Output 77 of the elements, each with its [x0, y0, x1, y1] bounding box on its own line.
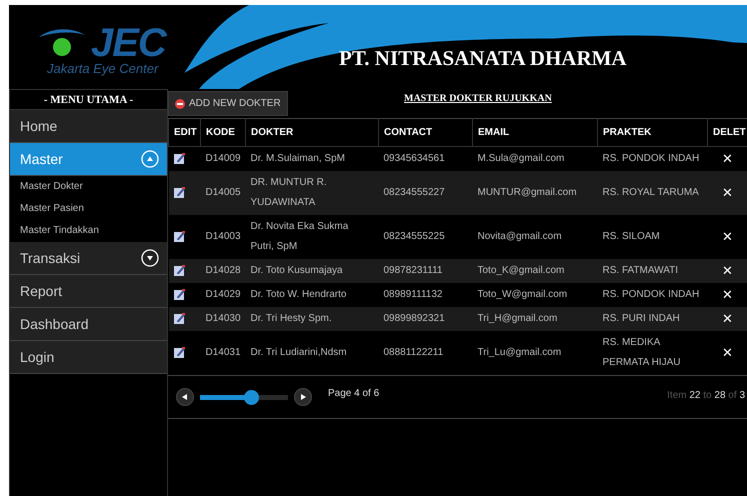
column-header: CONTACT: [378, 118, 472, 146]
table-cell: MUNTUR@gmail.com: [472, 171, 598, 215]
table-cell: 08881122211: [378, 331, 472, 375]
add-doctor-button[interactable]: ADD NEW DOKTER: [168, 91, 288, 116]
column-header: DOKTER: [246, 118, 378, 146]
table-cell: M.Sula@gmail.com: [472, 146, 598, 171]
table-cell: D14030: [200, 307, 246, 331]
delete-icon[interactable]: ✕: [722, 311, 733, 326]
column-header: KODE: [200, 118, 246, 146]
edit-icon[interactable]: [174, 264, 184, 276]
table-cell: Dr. Tri Ludiarini,Ndsm: [246, 331, 378, 375]
edit-icon[interactable]: [174, 152, 184, 164]
table-cell: Dr. Toto W. Hendrarto: [246, 283, 378, 307]
column-header: EMAIL: [472, 118, 598, 146]
next-page-button[interactable]: [294, 388, 312, 406]
column-header: PRAKTEK: [598, 118, 708, 146]
table-cell: Dr. M.Sulaiman, SpM: [246, 146, 378, 171]
table-cell: RS. MEDIKA PERMATA HIJAU: [598, 331, 708, 375]
edit-icon[interactable]: [174, 186, 184, 198]
edit-icon[interactable]: [174, 230, 184, 242]
delete-icon[interactable]: ✕: [722, 263, 733, 278]
delete-icon[interactable]: ✕: [722, 185, 733, 200]
section-title: MASTER DOKTER RUJUKKAN: [404, 93, 552, 104]
table-cell: RS. ROYAL TARUMA: [598, 171, 708, 215]
menu-item[interactable]: Transaksi: [10, 242, 167, 275]
edit-icon[interactable]: [174, 288, 184, 300]
table-cell: RS. PONDOK INDAH: [598, 283, 708, 307]
table-cell: D14031: [200, 331, 246, 375]
logo-text: JEC: [91, 23, 166, 63]
company-title: PT. NITRASANATA DHARMA: [339, 46, 627, 71]
table-cell: 08234555227: [378, 171, 472, 215]
table-cell: Toto_W@gmail.com: [472, 283, 598, 307]
item-range-label: Item 22 to 28 of 3: [667, 389, 745, 403]
delete-icon[interactable]: ✕: [722, 229, 733, 244]
menu-item[interactable]: Login: [10, 341, 167, 374]
delete-icon[interactable]: ✕: [722, 287, 733, 302]
table-cell: Dr. Tri Hesty Spm.: [246, 307, 378, 331]
table-cell: RS. FATMAWATI: [598, 259, 708, 283]
caret-left-icon: [182, 394, 188, 400]
table-cell: 08234555225: [378, 215, 472, 259]
menu-item[interactable]: Dashboard: [10, 308, 167, 341]
menu-item[interactable]: Master: [10, 143, 167, 176]
table-cell: Dr. Novita Eka Sukma Putri, SpM: [246, 215, 378, 259]
table-cell: 09878231111: [378, 259, 472, 283]
caret-right-icon: [300, 394, 306, 400]
delete-icon[interactable]: ✕: [722, 345, 733, 360]
collapse-icon[interactable]: [141, 150, 159, 168]
delete-icon[interactable]: ✕: [722, 151, 733, 166]
table-cell: D14028: [200, 259, 246, 283]
table-cell: Toto_K@gmail.com: [472, 259, 598, 283]
table-cell: Tri_Lu@gmail.com: [472, 331, 598, 375]
page-label: Page 4 of 6: [328, 387, 380, 401]
table-cell: D14003: [200, 215, 246, 259]
table-cell: D14029: [200, 283, 246, 307]
table-cell: RS. PONDOK INDAH: [598, 146, 708, 171]
table-cell: Dr. Toto Kusumajaya: [246, 259, 378, 283]
menu-item[interactable]: Report: [10, 275, 167, 308]
table-cell: Novita@gmail.com: [472, 215, 598, 259]
previous-page-button[interactable]: [176, 388, 194, 406]
table-cell: 09899892321: [378, 307, 472, 331]
table-cell: 09345634561: [378, 146, 472, 171]
table-cell: Tri_H@gmail.com: [472, 307, 598, 331]
expand-icon[interactable]: [141, 249, 159, 267]
table-cell: RS. PURI INDAH: [598, 307, 708, 331]
table-cell: RS. SILOAM: [598, 215, 708, 259]
menu-item[interactable]: Home: [10, 110, 167, 143]
table-cell: 08989111132: [378, 283, 472, 307]
table-cell: D14009: [200, 146, 246, 171]
table-cell: D14005: [200, 171, 246, 215]
table-cell: DR. MUNTUR R. YUDAWINATA: [246, 171, 378, 215]
add-icon: [175, 98, 185, 108]
column-header: EDIT: [168, 118, 200, 146]
column-header: DELET: [708, 118, 747, 146]
slider-thumb[interactable]: [244, 390, 259, 404]
edit-icon[interactable]: [174, 312, 184, 324]
logo-caption: Jakarta Eye Center: [47, 61, 160, 76]
edit-icon[interactable]: [174, 346, 184, 358]
